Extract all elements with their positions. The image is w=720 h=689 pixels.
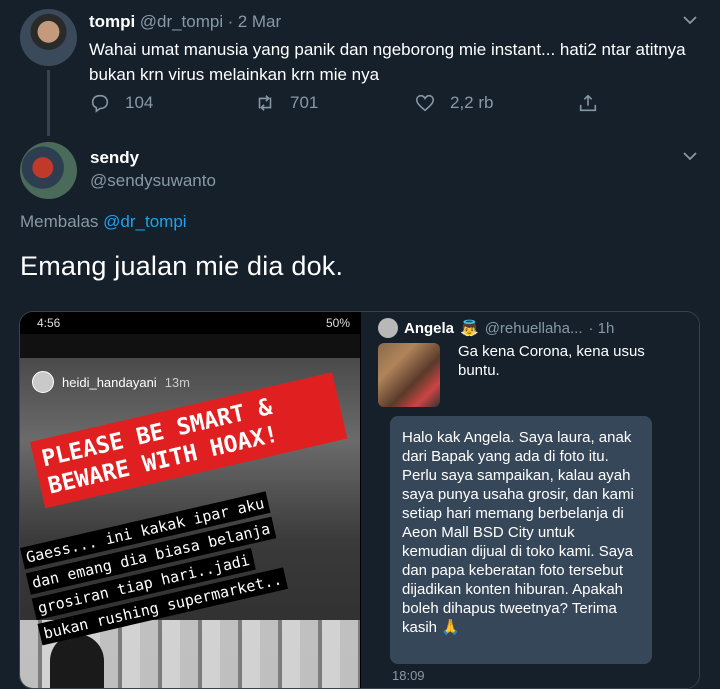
quoted-avatar	[378, 318, 398, 338]
like-count: 2,2 rb	[450, 93, 494, 112]
angel-emoji: 👼	[460, 320, 479, 337]
quoted-tweet-header: Angela 👼 @rehuellaha... · 1h	[378, 318, 614, 338]
like-button[interactable]: 2,2 rb	[414, 92, 493, 114]
handle[interactable]: @dr_tompi	[140, 12, 223, 31]
retweet-button[interactable]: 701	[254, 92, 318, 114]
status-time: 4:56	[37, 316, 61, 330]
thread-line	[47, 70, 50, 136]
media-image-left[interactable]: 4:56 50% heidi_handayani 13m PLEASE BE S…	[20, 312, 360, 688]
tweet-media[interactable]: 4:56 50% heidi_handayani 13m PLEASE BE S…	[19, 311, 700, 689]
quoted-thumbnail	[378, 343, 440, 407]
avatar[interactable]	[20, 9, 77, 66]
quoted-name: Angela	[404, 319, 455, 337]
reply-icon	[91, 94, 109, 113]
handle[interactable]: @sendysuwanto	[90, 171, 216, 191]
message-bubble: Halo kak Angela. Saya laura, anak dari B…	[390, 416, 652, 664]
quoted-handle: @rehuellaha...	[484, 319, 583, 337]
story-photo: heidi_handayani 13m PLEASE BE SMART & BE…	[20, 358, 360, 688]
phone-status-bar: 4:56 50%	[20, 312, 360, 334]
reply-count: 104	[125, 93, 154, 112]
tweet-date[interactable]: 2 Mar	[238, 12, 281, 31]
media-image-right[interactable]: Angela 👼 @rehuellaha... · 1h Ga kena Cor…	[361, 312, 699, 688]
tweet-original[interactable]: tompi @dr_tompi · 2 Mar Wahai umat manus…	[0, 0, 720, 140]
reply-button[interactable]: 104	[89, 92, 153, 114]
retweet-icon	[258, 95, 272, 111]
chevron-down-icon[interactable]	[682, 148, 698, 164]
status-battery: 50%	[325, 316, 350, 330]
tweet-header: tompi @dr_tompi · 2 Mar	[89, 12, 281, 32]
tweet-text: Emang jualan mie dia dok.	[20, 251, 344, 281]
quoted-time: · 1h	[588, 319, 615, 337]
retweet-count: 701	[290, 93, 319, 112]
story-username: heidi_handayani	[62, 374, 157, 390]
share-button[interactable]	[577, 92, 599, 114]
heart-icon	[415, 94, 435, 112]
replying-to: Membalas @dr_tompi	[20, 212, 187, 232]
quoted-text: Ga kena Corona, kena usus buntu.	[458, 343, 645, 379]
separator: ·	[227, 12, 234, 31]
avatar[interactable]	[20, 142, 77, 199]
replying-to-link[interactable]: @dr_tompi	[103, 212, 186, 231]
tweet-actions: 104 701 2,2 rb	[89, 92, 609, 118]
replying-to-label: Membalas	[20, 212, 99, 231]
share-icon	[579, 94, 597, 112]
chevron-down-icon[interactable]	[682, 12, 698, 28]
tweet-text: Wahai umat manusia yang panik dan ngebor…	[89, 40, 686, 84]
story-avatar	[32, 371, 54, 393]
message-time: 18:09	[392, 668, 425, 683]
story-user: heidi_handayani 13m	[32, 371, 190, 393]
story-time: 13m	[164, 374, 190, 390]
display-name[interactable]: tompi	[89, 12, 135, 31]
display-name[interactable]: sendy	[90, 148, 139, 168]
